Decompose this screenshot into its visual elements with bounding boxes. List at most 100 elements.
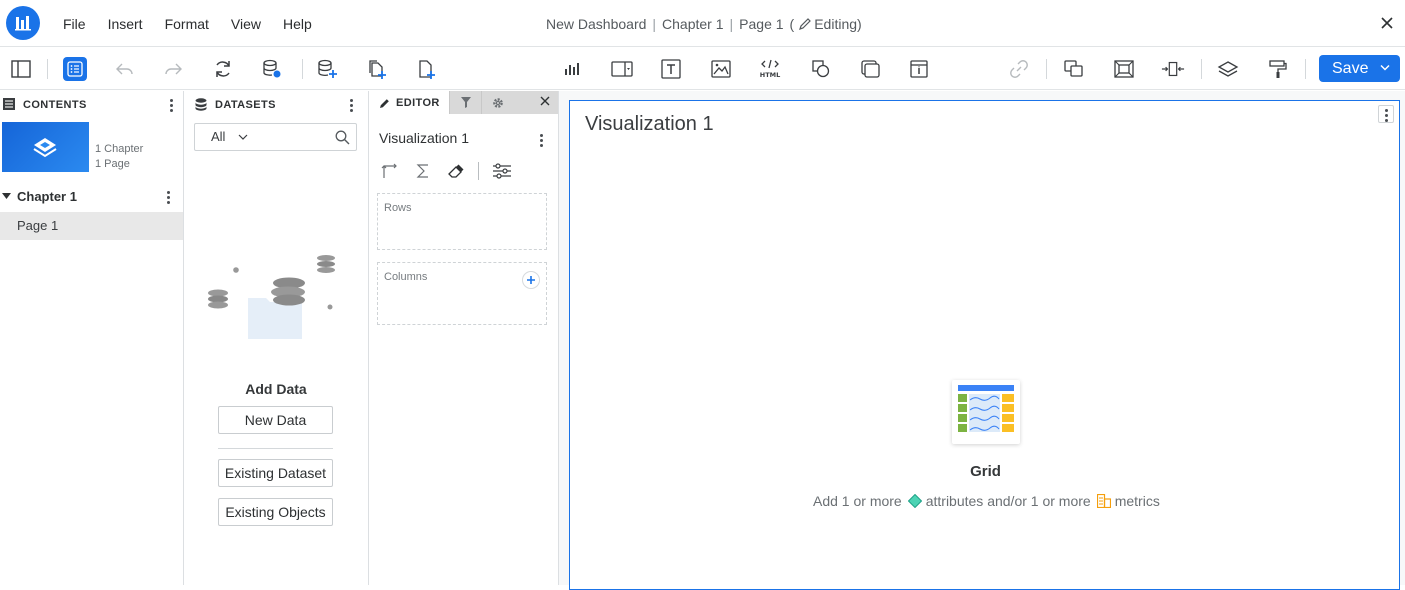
dashboard-canvas: Visualization 1 Grid Add 1 or more attri… — [559, 91, 1405, 590]
add-column-button[interactable] — [522, 271, 540, 289]
tab-editor[interactable]: EDITOR — [369, 91, 449, 115]
menu-bar: File Insert Format View Help New Dashboa… — [0, 0, 1405, 47]
datasets-title: DATASETS — [215, 98, 276, 111]
search-icon[interactable] — [335, 130, 350, 145]
group-icon[interactable] — [1062, 57, 1086, 81]
settings-sliders-icon[interactable] — [491, 161, 513, 181]
editing-status: ( Editing) — [784, 16, 862, 32]
image-icon[interactable] — [709, 57, 733, 81]
more-options-icon[interactable] — [350, 99, 354, 114]
filter-selector-icon[interactable] — [610, 57, 634, 81]
document-title-bar: New Dashboard | Chapter 1 | Page 1 ( Edi… — [546, 16, 862, 32]
link-icon[interactable] — [1007, 57, 1031, 81]
toggle-sidebar-icon[interactable] — [9, 57, 33, 81]
bar-chart-icon[interactable] — [560, 57, 584, 81]
duplicate-page-icon[interactable] — [365, 57, 389, 81]
attribute-diamond-icon — [907, 494, 922, 508]
rows-dropzone[interactable]: Rows — [377, 193, 547, 250]
list-icon — [3, 98, 15, 110]
panel-stack-icon[interactable] — [858, 57, 882, 81]
editor-panel: EDITOR Visualization 1 Rows Columns — [369, 91, 559, 585]
dashboard-title[interactable]: New Dashboard — [546, 16, 646, 32]
columns-label: Columns — [384, 271, 428, 283]
tree-item-chapter[interactable]: Chapter 1 — [0, 186, 183, 208]
menu-insert[interactable]: Insert — [108, 16, 143, 32]
page-label: Page 1 — [17, 218, 59, 233]
visualization-type-label: Grid — [970, 463, 1001, 480]
plus-icon — [527, 276, 535, 284]
editing-open-paren: ( — [789, 16, 795, 32]
layers-icon[interactable] — [1216, 57, 1240, 81]
format-painter-icon[interactable] — [1266, 57, 1290, 81]
add-data-heading: Add Data — [245, 381, 307, 397]
chapter-summary: 1 Chapter 1 Page — [95, 142, 143, 172]
tools-separator — [478, 162, 479, 180]
visualization-title[interactable]: Visualization 1 — [585, 113, 714, 136]
metric-icon — [1096, 494, 1111, 508]
existing-dataset-button[interactable]: Existing Dataset — [218, 459, 333, 487]
redo-icon[interactable] — [161, 57, 185, 81]
database-icon — [195, 98, 207, 111]
hint-prefix: Add 1 or more — [813, 493, 902, 509]
more-options-icon — [1385, 109, 1389, 124]
save-button-label: Save — [1332, 59, 1369, 77]
rows-label: Rows — [384, 202, 412, 214]
tab-format[interactable] — [481, 91, 513, 114]
visualization-menu-button[interactable] — [1378, 105, 1394, 123]
toolbar-separator — [302, 59, 303, 79]
text-box-icon[interactable] — [659, 57, 683, 81]
save-button[interactable]: Save — [1319, 55, 1400, 82]
more-options-icon[interactable] — [170, 99, 174, 114]
chevron-down-icon[interactable] — [238, 134, 248, 141]
refresh-icon[interactable] — [211, 57, 235, 81]
sigma-totals-icon[interactable] — [412, 161, 434, 181]
chapter-thumbnail[interactable] — [2, 122, 89, 172]
tab-filter[interactable] — [449, 91, 481, 114]
close-icon[interactable] — [540, 96, 550, 106]
new-data-button[interactable]: New Data — [218, 406, 333, 434]
dataset-search-filter[interactable]: All — [194, 123, 357, 151]
fit-to-content-icon[interactable] — [1112, 57, 1136, 81]
close-icon[interactable] — [1380, 16, 1394, 30]
divider — [218, 448, 333, 449]
app-logo-icon[interactable] — [6, 6, 40, 40]
dataset-filter-value[interactable]: All — [211, 129, 225, 144]
visualization-container[interactable]: Visualization 1 Grid Add 1 or more attri… — [569, 100, 1400, 590]
data-source-icon[interactable] — [260, 57, 284, 81]
hint-middle: attributes and/or 1 or more — [925, 493, 1091, 509]
more-options-icon[interactable] — [167, 191, 171, 206]
pencil-icon — [380, 98, 389, 108]
visualization-hint: Add 1 or more attributes and/or 1 or mor… — [813, 493, 1160, 509]
chapter-title: Chapter 1 — [662, 16, 724, 32]
page-title: Page 1 — [739, 16, 784, 32]
eraser-icon[interactable] — [445, 161, 467, 181]
hint-suffix: metrics — [1114, 493, 1160, 509]
toolbar-separator — [1046, 59, 1047, 79]
menu-file[interactable]: File — [63, 16, 86, 32]
svg-text:HTML: HTML — [760, 71, 780, 79]
chapter-label: Chapter 1 — [17, 189, 77, 204]
collapse-triangle-icon[interactable] — [2, 193, 11, 200]
shapes-icon[interactable] — [809, 57, 833, 81]
more-options-icon[interactable] — [540, 134, 544, 149]
title-separator: | — [729, 16, 734, 32]
table-of-contents-icon[interactable] — [63, 57, 87, 81]
existing-objects-button[interactable]: Existing Objects — [218, 498, 333, 526]
tree-item-page[interactable]: Page 1 — [0, 212, 183, 240]
menu-format[interactable]: Format — [165, 16, 209, 32]
new-page-icon[interactable] — [414, 57, 438, 81]
undo-icon[interactable] — [113, 57, 137, 81]
add-dataset-icon[interactable] — [316, 57, 340, 81]
html-container-icon[interactable]: HTML — [758, 57, 782, 81]
menu-view[interactable]: View — [231, 16, 261, 32]
editor-tools — [379, 161, 524, 181]
menu-help[interactable]: Help — [283, 16, 312, 32]
columns-dropzone[interactable]: Columns — [377, 262, 547, 325]
swap-axes-icon[interactable] — [379, 161, 401, 181]
chevron-down-icon[interactable] — [1380, 64, 1390, 72]
information-window-icon[interactable] — [907, 57, 931, 81]
toolbar: HTML Save — [0, 47, 1405, 90]
distribute-horizontally-icon[interactable] — [1161, 57, 1185, 81]
pencil-icon — [799, 18, 812, 30]
contents-panel: CONTENTS 1 Chapter 1 Page Chapter 1 Page… — [0, 91, 184, 585]
